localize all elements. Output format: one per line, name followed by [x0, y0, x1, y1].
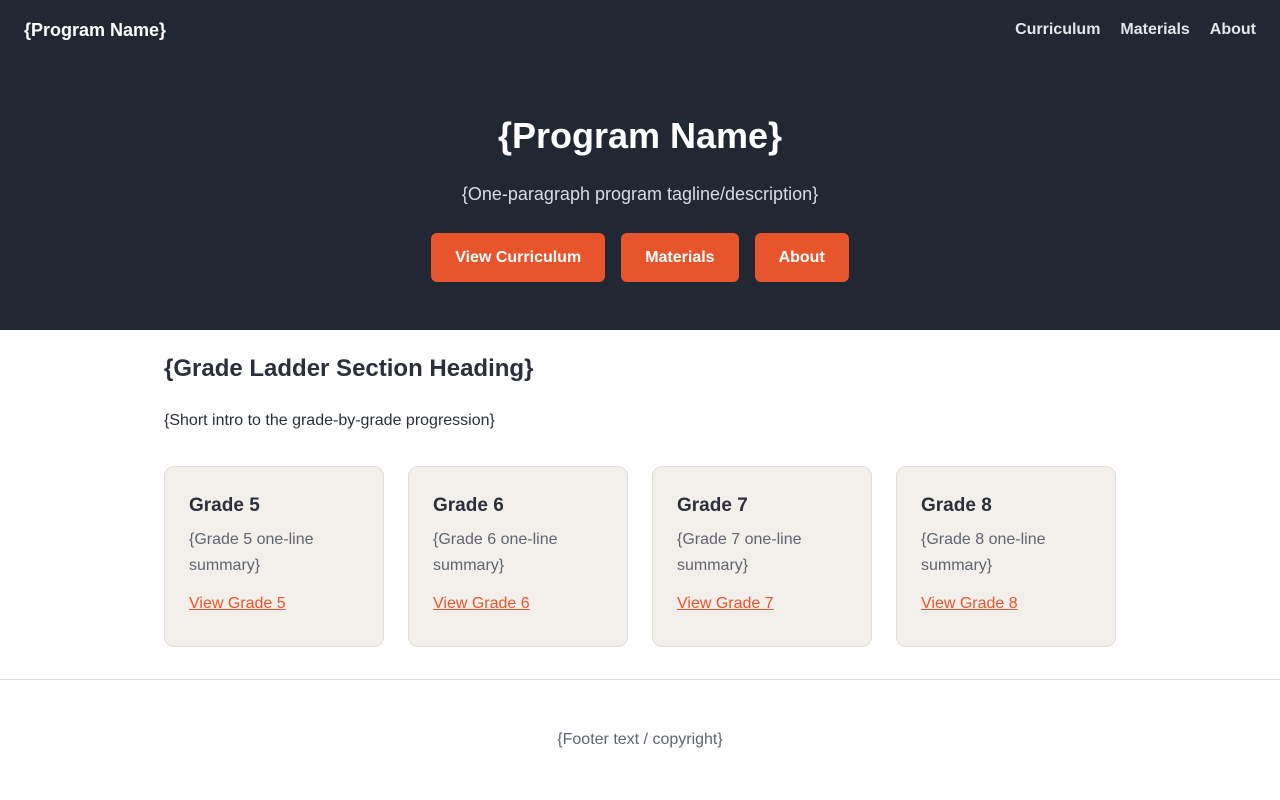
view-grade-7-link[interactable]: View Grade 7	[677, 595, 774, 613]
view-grade-5-link[interactable]: View Grade 5	[189, 595, 286, 613]
nav-link-about[interactable]: About	[1210, 21, 1256, 39]
brand-link[interactable]: {Program Name}	[24, 20, 166, 41]
grade-card-6: Grade 6 {Grade 6 one-line summary} View …	[408, 466, 628, 647]
footer-text: {Footer text / copyright}	[557, 731, 723, 748]
view-grade-6-link[interactable]: View Grade 6	[433, 595, 530, 613]
section-intro: {Short intro to the grade-by-grade progr…	[164, 412, 495, 429]
materials-button[interactable]: Materials	[621, 233, 739, 282]
nav-link-materials[interactable]: Materials	[1120, 21, 1189, 39]
grade-ladder-section: {Grade Ladder Section Heading} {Short in…	[164, 330, 1116, 679]
card-title: Grade 7	[677, 495, 748, 516]
nav-link-curriculum[interactable]: Curriculum	[1015, 21, 1100, 39]
grade-card-8: Grade 8 {Grade 8 one-line summary} View …	[896, 466, 1116, 647]
card-title: Grade 8	[921, 495, 992, 516]
grade-card-5: Grade 5 {Grade 5 one-line summary} View …	[164, 466, 384, 647]
top-navbar: {Program Name} Curriculum Materials Abou…	[0, 0, 1280, 60]
hero-section: {Program Name} Curriculum Materials Abou…	[0, 0, 1280, 330]
hero-title: {Program Name}	[497, 115, 783, 156]
card-title: Grade 5	[189, 495, 260, 516]
about-button[interactable]: About	[754, 233, 849, 282]
main-nav: Curriculum Materials About	[1015, 21, 1256, 39]
hero-tagline: {One-paragraph program tagline/descripti…	[461, 184, 819, 204]
card-title: Grade 6	[433, 495, 504, 516]
grade-card-7: Grade 7 {Grade 7 one-line summary} View …	[652, 466, 872, 647]
view-curriculum-button[interactable]: View Curriculum	[431, 233, 606, 282]
grade-cards: Grade 5 {Grade 5 one-line summary} View …	[164, 466, 1116, 647]
section-heading: {Grade Ladder Section Heading}	[164, 355, 534, 382]
hero-buttons: View Curriculum Materials About	[0, 233, 1280, 282]
card-summary: {Grade 7 one-line summary}	[677, 531, 802, 574]
card-summary: {Grade 6 one-line summary}	[433, 531, 558, 574]
card-summary: {Grade 8 one-line summary}	[921, 531, 1046, 574]
view-grade-8-link[interactable]: View Grade 8	[921, 595, 1018, 613]
card-summary: {Grade 5 one-line summary}	[189, 531, 314, 574]
page-footer: {Footer text / copyright}	[0, 679, 1280, 800]
